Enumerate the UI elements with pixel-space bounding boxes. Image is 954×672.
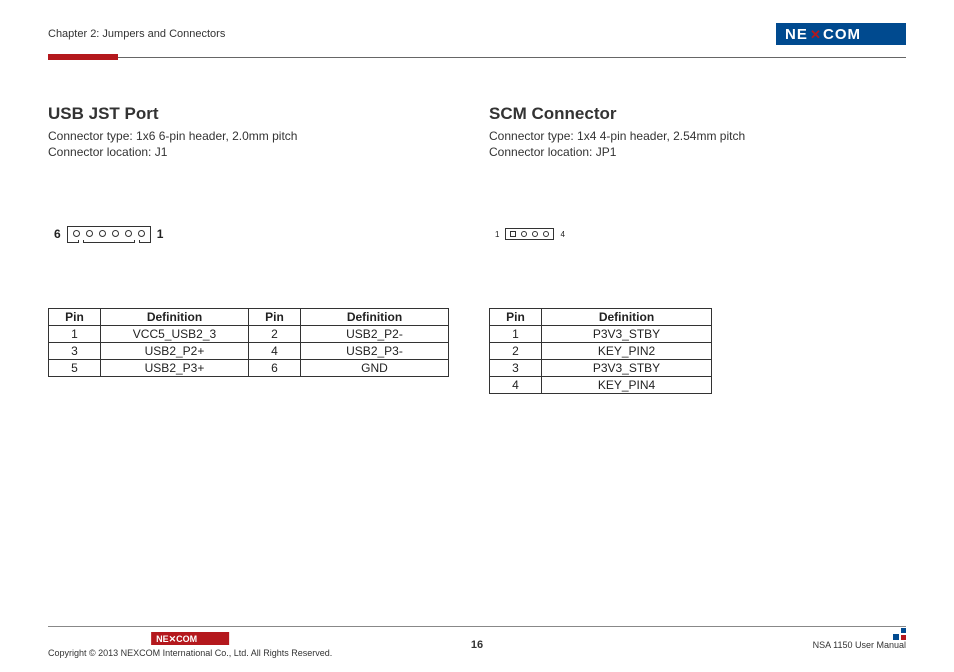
pin-table: Pin Definition 1P3V3_STBY 2KEY_PIN2 3P3V… xyxy=(489,308,712,394)
connector-diagram: 6 1 xyxy=(48,194,465,274)
pin-label-right: 4 xyxy=(560,230,564,239)
svg-text:COM: COM xyxy=(823,26,861,43)
svg-text:NE: NE xyxy=(785,26,808,43)
table-row: 3USB2_P2+ 4USB2_P3- xyxy=(49,343,449,360)
nexcom-logo: NE ✕ COM xyxy=(776,23,906,45)
page-number: 16 xyxy=(471,639,483,651)
connector-location: Connector location: J1 xyxy=(48,144,465,160)
th: Definition xyxy=(301,309,449,326)
table-row: 4KEY_PIN4 xyxy=(490,377,712,394)
table-row: 3P3V3_STBY xyxy=(490,360,712,377)
header-rule xyxy=(48,54,906,60)
connector-location: Connector location: JP1 xyxy=(489,144,906,160)
nexcom-logo-small: NE✕COM xyxy=(48,632,332,645)
th: Pin xyxy=(49,309,101,326)
copyright: Copyright © 2013 NEXCOM International Co… xyxy=(48,648,332,658)
svg-text:✕: ✕ xyxy=(810,27,821,42)
table-row: 1VCC5_USB2_3 2USB2_P2- xyxy=(49,326,449,343)
pin-label-left: 1 xyxy=(495,230,499,239)
connector-type: Connector type: 1x6 6-pin header, 2.0mm … xyxy=(48,128,465,144)
footer-rule xyxy=(48,626,906,627)
connector-diagram: 1 4 xyxy=(489,194,906,274)
right-column: SCM Connector Connector type: 1x4 4-pin … xyxy=(489,104,906,394)
svg-text:NE✕COM: NE✕COM xyxy=(156,634,197,644)
th: Pin xyxy=(249,309,301,326)
connector-4pin-icon xyxy=(505,228,554,240)
manual-name: NSA 1150 User Manual xyxy=(813,640,906,650)
th: Definition xyxy=(542,309,712,326)
connector-type: Connector type: 1x4 4-pin header, 2.54mm… xyxy=(489,128,906,144)
connector-6pin-icon xyxy=(67,226,151,243)
table-row: 5USB2_P3+ 6GND xyxy=(49,360,449,377)
left-column: USB JST Port Connector type: 1x6 6-pin h… xyxy=(48,104,465,394)
pin-label-right: 1 xyxy=(157,227,164,241)
section-title: USB JST Port xyxy=(48,104,465,124)
th: Definition xyxy=(101,309,249,326)
pin-label-left: 6 xyxy=(54,227,61,241)
table-row: 2KEY_PIN2 xyxy=(490,343,712,360)
pin-table: Pin Definition Pin Definition 1VCC5_USB2… xyxy=(48,308,449,377)
th: Pin xyxy=(490,309,542,326)
chapter-title: Chapter 2: Jumpers and Connectors xyxy=(48,28,225,40)
section-title: SCM Connector xyxy=(489,104,906,124)
table-row: 1P3V3_STBY xyxy=(490,326,712,343)
